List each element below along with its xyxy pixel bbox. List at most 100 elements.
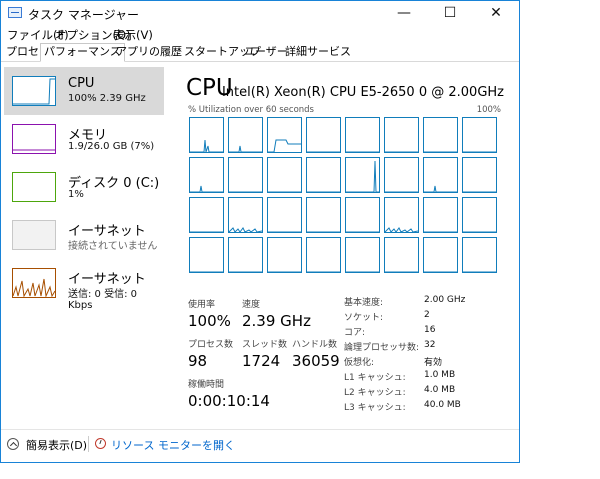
logical-processor-graph [462,197,497,233]
processor-usage-line [424,185,457,192]
cpu-thumbnail-graph [12,76,56,106]
ethernet-traffic-thumbnail-graph [12,268,56,298]
sidebar-subtitle: 1.9/26.0 GB (7%) [68,141,155,152]
process-count-label: プロセス数 [188,340,234,350]
processor-usage-line [229,145,262,152]
footer-bar: 簡易表示(D) リソース モニターを開く [1,429,519,460]
usage-value: 100% [188,312,231,330]
info-label: L3 キャッシュ: [344,403,406,413]
logical-processor-graph [423,117,458,153]
logical-processor-graph [423,237,458,273]
processor-usage-line [463,151,496,152]
ethernet-traffic-line [12,278,56,298]
processor-usage-line [190,139,223,152]
footer-divider [88,436,89,452]
tab-bar: プロセス パフォーマンス アプリの履歴 スタートアップ ユーザー 詳細 サービス [1,43,519,62]
processor-usage-line [307,231,340,232]
info-value: 40.0 MB [424,400,461,410]
processor-usage-line [268,191,301,192]
logical-processor-graph [384,117,419,153]
logical-processor-graphs [189,117,505,277]
maximize-button[interactable]: ☐ [427,1,473,25]
chevron-up-icon[interactable] [7,438,19,450]
info-row: コア: 16 [344,325,514,340]
title-bar[interactable]: タスク マネージャー — ☐ ✕ [1,1,519,25]
logical-processor-graph [345,157,380,193]
info-label: 仮想化: [344,358,375,368]
thread-count-value: 1724 [242,352,281,370]
info-value: 2.00 GHz [424,295,466,305]
logical-processor-graph [267,117,302,153]
fewer-details-button[interactable]: 簡易表示(D) [26,437,87,453]
process-count-value: 98 [188,352,208,370]
logical-processor-graph [306,237,341,273]
close-button[interactable]: ✕ [473,1,519,25]
info-label: L1 キャッシュ: [344,373,406,383]
open-resource-monitor-link[interactable]: リソース モニターを開く [111,437,235,453]
logical-processor-graph [462,157,497,193]
processor-usage-line [385,271,418,272]
minimize-button[interactable]: — [381,1,427,25]
processor-usage-line [463,271,496,272]
logical-processor-graph [267,197,302,233]
processor-usage-line [268,271,301,272]
sidebar-subtitle: 送信: 0 受信: 0 Kbps [68,289,137,311]
logical-processor-graph [384,197,419,233]
processor-usage-line [385,191,418,192]
logical-processor-graph [345,117,380,153]
cpu-detail-panel: CPU Intel(R) Xeon(R) CPU E5-2650 0 @ 2.0… [184,67,504,427]
logical-processor-graph [306,157,341,193]
sidebar-subtitle: 接続されていません [68,241,158,252]
processor-usage-line [424,271,457,272]
sidebar-item-ethernet-1[interactable]: イーサネット 接続されていません [4,211,164,259]
processor-usage-line [463,231,496,232]
cpu-model-name: Intel(R) Xeon(R) CPU E5-2650 0 @ 2.00GHz [221,85,504,100]
logical-processor-graph [306,117,341,153]
ethernet-thumbnail-graph [12,220,56,250]
resource-sidebar: CPU 100% 2.39 GHz メモリ 1.9/26.0 GB (7%) デ… [4,67,164,427]
processor-usage-line [268,231,301,232]
processor-usage-line [346,151,379,152]
tab-services[interactable]: サービス [304,44,354,60]
thread-count-label: スレッド数 [242,340,288,350]
info-value: 2 [424,310,430,320]
sidebar-item-ethernet-2[interactable]: イーサネット 送信: 0 受信: 0 Kbps [4,259,164,311]
info-row: 基本速度: 2.00 GHz [344,295,514,310]
menu-view[interactable]: 表示(V) [113,27,153,43]
info-label: 基本速度: [344,298,384,308]
usage-label: 使用率 [188,300,216,310]
info-value: 4.0 MB [424,385,456,395]
disk-thumbnail-graph [12,172,56,202]
processor-usage-line [385,151,418,152]
sidebar-item-memory[interactable]: メモリ 1.9/26.0 GB (7%) [4,115,164,163]
logical-processor-graph [228,157,263,193]
info-value: 16 [424,325,436,335]
processor-usage-line [190,185,223,192]
logical-processor-graph [189,197,224,233]
sidebar-item-cpu[interactable]: CPU 100% 2.39 GHz [4,67,164,115]
info-value: 有効 [424,358,443,368]
processor-usage-line [229,227,262,232]
info-value: 1.0 MB [424,370,456,380]
logical-processor-graph [267,157,302,193]
speed-label: 速度 [242,300,261,310]
memory-thumbnail-line [13,149,55,151]
window-title: タスク マネージャー [28,8,139,22]
cpu-thumbnail-line [13,78,55,105]
info-label: コア: [344,328,366,338]
logical-processor-graph [228,237,263,273]
sidebar-item-disk[interactable]: ディスク 0 (C:) 1% [4,163,164,211]
logical-processor-graph [423,197,458,233]
logical-processor-graph [384,157,419,193]
logical-processor-graph [189,237,224,273]
logical-processor-graph [306,197,341,233]
info-row: L2 キャッシュ: 4.0 MB [344,385,514,400]
processor-usage-line [424,231,457,232]
info-label: 論理プロセッサ数: [344,343,420,353]
resource-monitor-icon [95,438,106,449]
uptime-label: 稼働時間 [188,380,225,390]
logical-processor-graph [345,197,380,233]
logical-processor-graph [384,237,419,273]
logical-processor-graph [189,157,224,193]
tab-app-history[interactable]: アプリの履歴 [113,44,185,60]
